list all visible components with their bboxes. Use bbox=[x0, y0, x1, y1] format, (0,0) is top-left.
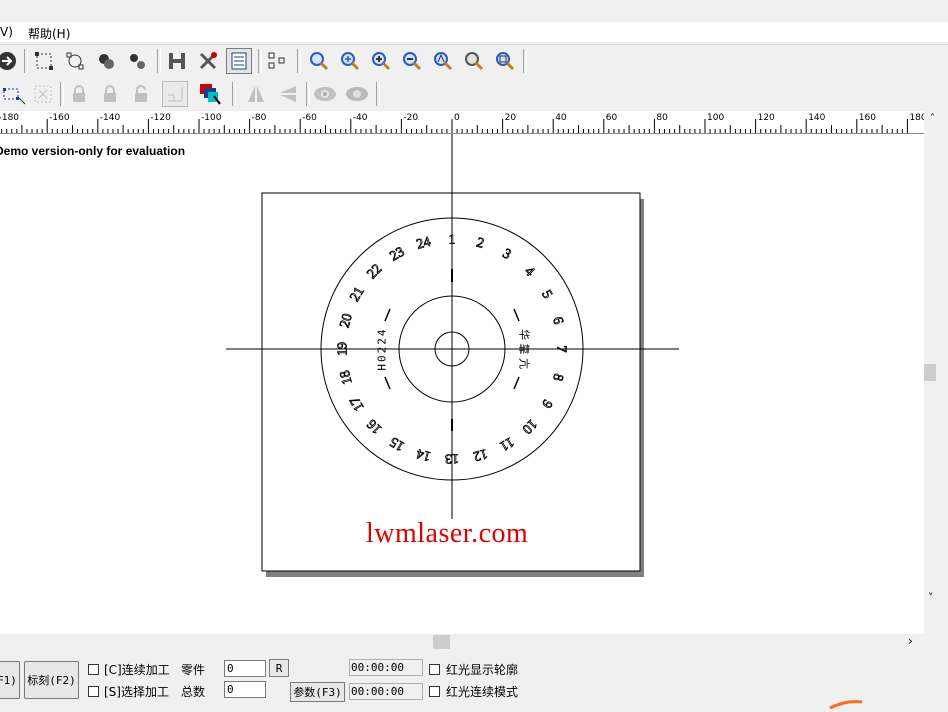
color-icon[interactable] bbox=[198, 81, 224, 107]
scroll-down-arrow[interactable]: ˅ bbox=[928, 591, 934, 604]
ruler-label: -180 bbox=[0, 113, 19, 123]
red-continuous-label: 红光连续模式 bbox=[446, 685, 519, 699]
ruler-ticks: -180 -160 -140 -120 -100 -80 -60 -40 -20 0 20 40 60 8… bbox=[0, 113, 927, 133]
continuous-checkbox[interactable] bbox=[88, 664, 99, 675]
ruler-label: -100 bbox=[201, 113, 222, 123]
scroll-right-arrow[interactable]: › bbox=[908, 634, 913, 648]
toolbar-separator bbox=[232, 82, 236, 106]
ungroup-icon[interactable] bbox=[124, 48, 150, 74]
list-icon[interactable] bbox=[226, 48, 252, 74]
ruler-label: 120 bbox=[758, 113, 775, 123]
reset-button[interactable]: R bbox=[269, 659, 289, 677]
elapsed-time: 00:00:00 bbox=[349, 659, 423, 676]
menu-bar: V) 帮助(H) bbox=[0, 22, 948, 42]
dial-number: 1 bbox=[449, 233, 456, 248]
select-grid-icon[interactable] bbox=[1, 81, 27, 107]
toolbar-separator bbox=[297, 49, 301, 73]
main-toolbar bbox=[0, 44, 948, 77]
total-label: 总数 bbox=[181, 685, 206, 699]
ruler-label: -60 bbox=[302, 113, 317, 123]
secondary-toolbar bbox=[0, 78, 948, 110]
total-field[interactable]: 0 bbox=[224, 681, 266, 698]
toolbar-separator bbox=[523, 49, 527, 73]
toolbar-separator bbox=[376, 82, 380, 106]
ruler-label: 20 bbox=[505, 113, 517, 123]
red-outline-label: 红光显示轮廓 bbox=[446, 663, 519, 677]
zoom-out-icon[interactable] bbox=[399, 48, 425, 74]
dial-number: 13 bbox=[445, 451, 459, 466]
menu-view[interactable]: V) bbox=[0, 25, 13, 39]
scroll-up-arrow[interactable]: ˄ bbox=[930, 113, 935, 124]
ruler-label: 180 bbox=[909, 113, 924, 123]
toolbar-separator bbox=[24, 49, 28, 73]
ruler-label: -20 bbox=[403, 113, 418, 123]
zoom-icon[interactable] bbox=[306, 48, 332, 74]
red-continuous-checkbox[interactable] bbox=[429, 686, 440, 697]
arrow-right-icon[interactable] bbox=[0, 48, 20, 74]
grid-icon[interactable] bbox=[264, 48, 290, 74]
h-icon[interactable] bbox=[164, 48, 190, 74]
mirror-v-icon[interactable] bbox=[275, 81, 301, 107]
ruler-label: 40 bbox=[555, 113, 567, 123]
params-button[interactable]: 参数(F3) bbox=[290, 682, 345, 702]
dial-number: 7 bbox=[554, 346, 569, 353]
orange-arrow-icon bbox=[829, 700, 863, 710]
ruler-label: -80 bbox=[252, 113, 267, 123]
parts-field[interactable]: 0 bbox=[224, 660, 266, 677]
tools-icon[interactable] bbox=[195, 48, 221, 74]
continuous-label: [C]连续加工 bbox=[104, 663, 170, 677]
lock-icon[interactable] bbox=[66, 81, 92, 107]
lock-icon[interactable] bbox=[128, 81, 154, 107]
red-light-button[interactable]: F1) bbox=[0, 661, 20, 699]
select-process-label: [S]选择加工 bbox=[104, 685, 169, 699]
zoom-in-icon[interactable] bbox=[368, 48, 394, 74]
total-time: 00:00:00 bbox=[349, 683, 423, 700]
eye-icon[interactable] bbox=[344, 81, 370, 107]
ruler-label: 140 bbox=[808, 113, 825, 123]
toolbar-separator bbox=[258, 49, 262, 73]
ruler-label: 160 bbox=[859, 113, 876, 123]
toolbar-separator bbox=[157, 49, 161, 73]
toolbar-separator bbox=[306, 82, 310, 106]
select-process-checkbox[interactable] bbox=[88, 686, 99, 697]
watermark-text: lwmlaser.com bbox=[366, 518, 529, 549]
parts-label: 零件 bbox=[181, 663, 206, 677]
mirror-h-icon[interactable] bbox=[243, 81, 269, 107]
zoom-a-icon[interactable] bbox=[430, 48, 456, 74]
eye-icon[interactable] bbox=[312, 81, 338, 107]
ruler-label: -40 bbox=[353, 113, 368, 123]
mark-button[interactable]: 标刻(F2) bbox=[24, 661, 79, 699]
zoom-all-icon[interactable] bbox=[461, 48, 487, 74]
lock-icon[interactable] bbox=[97, 81, 123, 107]
horizontal-ruler: -180 -160 -140 -120 -100 -80 -60 -40 -20 0 20 40 60 8… bbox=[0, 111, 927, 134]
vertical-scroll-thumb[interactable] bbox=[924, 364, 936, 381]
dial-number: 19 bbox=[336, 342, 351, 356]
ruler-label: 60 bbox=[606, 113, 618, 123]
ruler-label: -120 bbox=[150, 113, 171, 123]
red-outline-checkbox[interactable] bbox=[429, 664, 440, 675]
dial-inner-right-text: 华 靠 亢 bbox=[518, 329, 532, 369]
dots-icon[interactable] bbox=[30, 81, 56, 107]
drawing-canvas[interactable]: Demo version-only for evaluation 1234567… bbox=[0, 134, 924, 634]
ruler-label: -160 bbox=[49, 113, 70, 123]
workspace-drawing: 1 23456789101112131415161718192021222324H… bbox=[226, 134, 679, 577]
toolbar-separator bbox=[60, 82, 64, 106]
menu-help[interactable]: 帮助(H) bbox=[28, 25, 70, 42]
zoom-page-icon[interactable] bbox=[492, 48, 518, 74]
mark-control-panel: F1) 标刻(F2) [C]连续加工 [S]选择加工 零件 总数 0 0 R 参… bbox=[0, 652, 948, 710]
ruler-label: 100 bbox=[707, 113, 724, 123]
horizontal-scroll-thumb[interactable] bbox=[433, 635, 450, 649]
page-area bbox=[261, 192, 641, 572]
dial-inner-left-text: H0224 bbox=[376, 327, 389, 370]
ruler-label: 80 bbox=[656, 113, 668, 123]
ruler-label: 0 bbox=[454, 113, 460, 123]
select-box-icon[interactable] bbox=[31, 48, 57, 74]
zoom-plus-icon[interactable] bbox=[337, 48, 363, 74]
group-icon[interactable] bbox=[93, 48, 119, 74]
ruler-label: -140 bbox=[100, 113, 121, 123]
node-edit-icon[interactable] bbox=[62, 48, 88, 74]
vertical-scrollbar[interactable]: ˄ ˅ bbox=[924, 111, 948, 634]
horizontal-scrollbar[interactable]: › bbox=[0, 634, 924, 653]
corner-icon[interactable] bbox=[162, 81, 188, 107]
